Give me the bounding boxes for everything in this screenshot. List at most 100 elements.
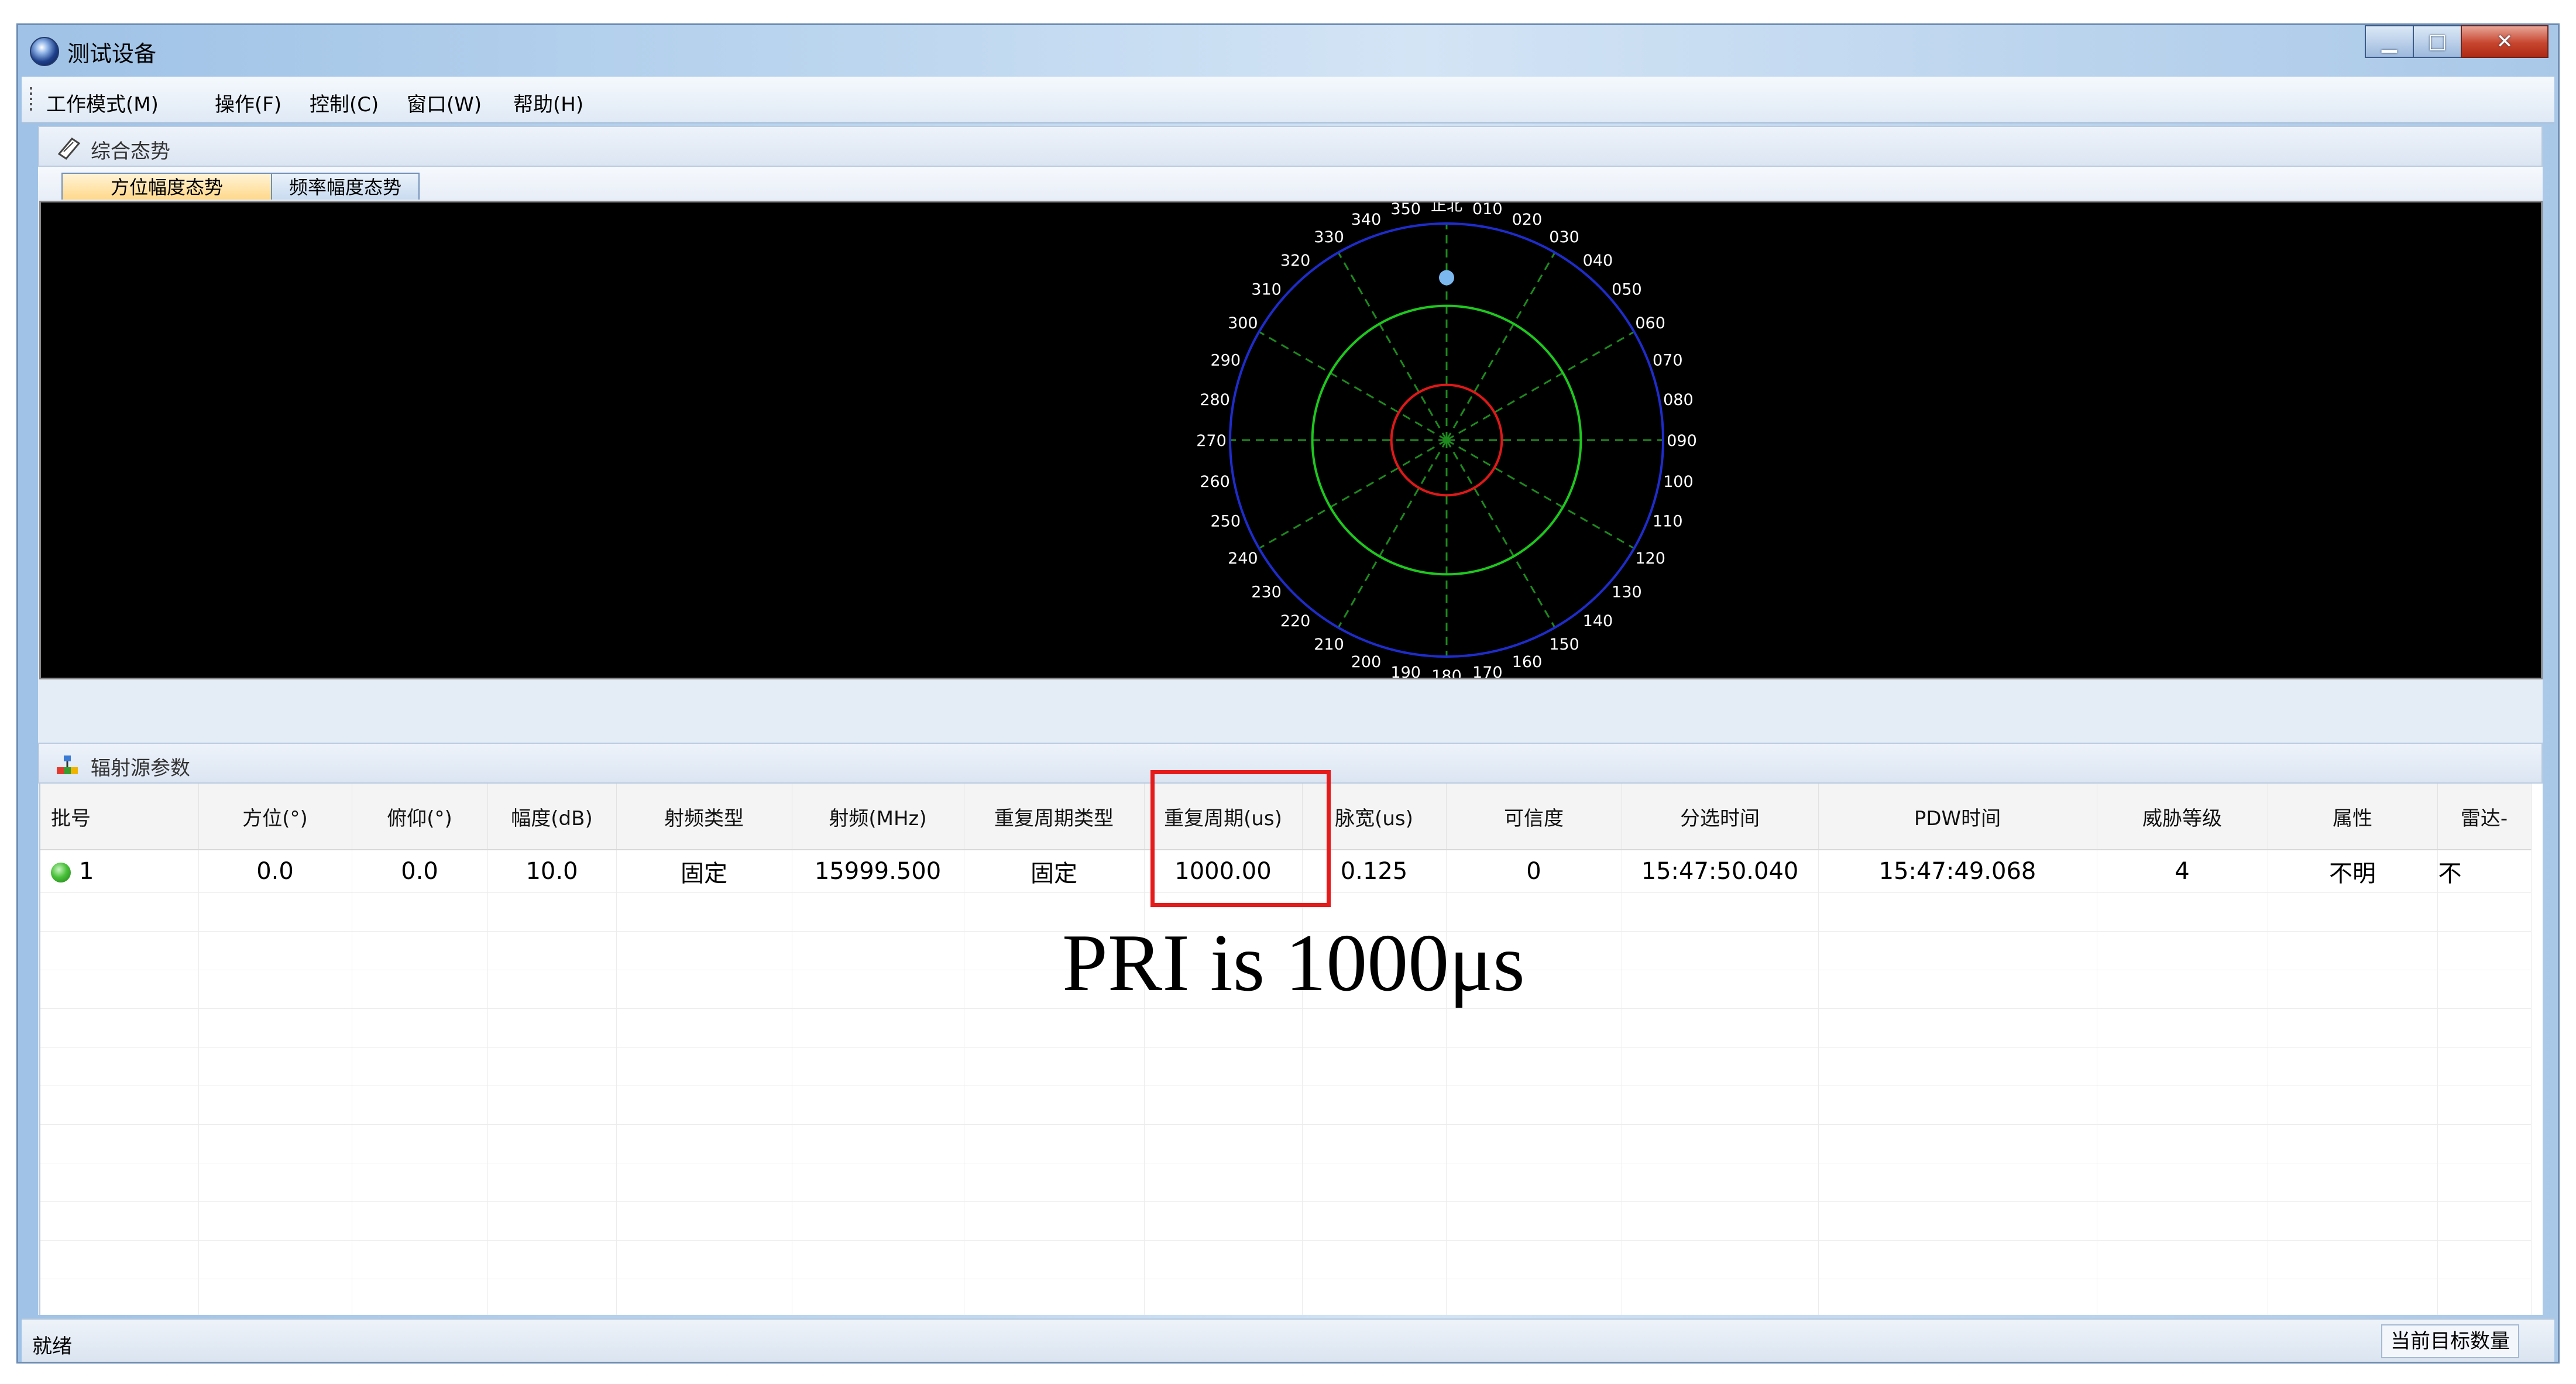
empty-cell — [2268, 1047, 2438, 1086]
menu-work-mode[interactable]: 工作模式(M) — [46, 88, 159, 117]
radar-bearing-label: 030 — [1549, 228, 1579, 246]
empty-cell — [40, 1240, 199, 1279]
empty-cell — [1622, 970, 1819, 1009]
empty-cell — [964, 1240, 1145, 1279]
col-header-elevation[interactable]: 俯仰(°) — [352, 784, 488, 850]
empty-cell — [40, 931, 199, 970]
radar-bearing-label: 050 — [1612, 281, 1642, 299]
tab-azimuth-amplitude[interactable]: 方位幅度态势 — [61, 173, 272, 200]
empty-cell — [1302, 1124, 1447, 1163]
empty-cell — [1446, 1086, 1622, 1125]
empty-cell — [1622, 1240, 1819, 1279]
empty-table-row — [40, 1124, 2532, 1163]
empty-cell — [2097, 1240, 2268, 1279]
empty-table-row — [40, 1008, 2532, 1048]
empty-cell — [487, 892, 617, 932]
menu-window[interactable]: 窗口(W) — [407, 88, 482, 117]
situation-panel-title: 综合态势 — [91, 140, 170, 163]
menu-control[interactable]: 控制(C) — [310, 88, 379, 117]
empty-cell — [40, 1124, 199, 1163]
col-header-attribute[interactable]: 属性 — [2268, 784, 2438, 850]
empty-cell — [792, 1008, 964, 1048]
empty-cell — [792, 1240, 964, 1279]
empty-cell — [1144, 1201, 1303, 1241]
empty-cell — [1818, 1201, 2097, 1241]
empty-cell — [198, 1163, 352, 1202]
col-header-batch[interactable]: 批号 — [40, 784, 199, 850]
empty-cell — [1818, 1124, 2097, 1163]
app-window: 测试设备 ▁ □ ✕ 工作模式(M) 操作(F) 控制(C) 窗口(W) 帮助(… — [16, 23, 2560, 1364]
empty-cell — [1818, 892, 2097, 932]
col-header-pri-type[interactable]: 重复周期类型 — [964, 784, 1145, 850]
empty-cell — [2097, 1279, 2268, 1315]
radar-bearing-label: 320 — [1280, 252, 1311, 270]
empty-cell — [1818, 1047, 2097, 1086]
empty-cell — [1818, 931, 2097, 970]
empty-cell — [352, 1047, 488, 1086]
empty-cell — [352, 1086, 488, 1125]
radar-bearing-label: 150 — [1549, 636, 1579, 654]
empty-cell — [1622, 1047, 1819, 1086]
empty-cell — [1144, 1163, 1303, 1202]
empty-cell — [1622, 1086, 1819, 1125]
empty-cell — [2437, 1124, 2532, 1163]
radar-display[interactable]: 010 020 030 040 050 060 070 080 090 100 110 120 130 1… — [39, 201, 2543, 679]
title-bar[interactable]: 测试设备 ▁ □ ✕ — [18, 25, 2558, 75]
empty-cell — [792, 892, 964, 932]
empty-cell — [2268, 931, 2438, 970]
empty-cell — [792, 1047, 964, 1086]
empty-cell — [1302, 1163, 1447, 1202]
empty-cell — [198, 1008, 352, 1048]
col-header-threat-level[interactable]: 威胁等级 — [2097, 784, 2268, 850]
empty-cell — [964, 1279, 1145, 1315]
col-header-amplitude[interactable]: 幅度(dB) — [487, 784, 617, 850]
empty-cell — [1302, 1047, 1447, 1086]
empty-cell — [2097, 1008, 2268, 1048]
radar-bearing-label: 040 — [1583, 252, 1613, 270]
radar-bearing-label: 120 — [1635, 550, 1665, 568]
cell-azimuth: 0.0 — [198, 850, 352, 893]
empty-cell — [487, 1008, 617, 1048]
status-bar: 就绪 当前目标数量 — [22, 1318, 2554, 1362]
cell-threat-level: 4 — [2097, 850, 2268, 893]
empty-cell — [487, 1279, 617, 1315]
empty-cell — [792, 931, 964, 970]
col-header-rf-type[interactable]: 射频类型 — [616, 784, 792, 850]
empty-cell — [2268, 1240, 2438, 1279]
radar-bearing-label: 140 — [1583, 612, 1613, 630]
target-count-panel: 当前目标数量 — [2381, 1324, 2519, 1358]
empty-cell — [2097, 1201, 2268, 1241]
close-button[interactable]: ✕ — [2461, 25, 2548, 58]
empty-cell — [2097, 892, 2268, 932]
menu-help[interactable]: 帮助(H) — [513, 88, 583, 117]
empty-cell — [352, 1201, 488, 1241]
radar-bearing-label: 220 — [1280, 612, 1311, 630]
col-header-pdw-time[interactable]: PDW时间 — [1818, 784, 2097, 850]
empty-cell — [1622, 892, 1819, 932]
radar-bearing-label: 270 — [1196, 432, 1227, 450]
empty-cell — [616, 1240, 792, 1279]
col-header-sort-time[interactable]: 分选时间 — [1622, 784, 1819, 850]
col-header-confidence[interactable]: 可信度 — [1446, 784, 1622, 850]
empty-cell — [1446, 1240, 1622, 1279]
tab-frequency-amplitude[interactable]: 频率幅度态势 — [271, 173, 420, 200]
empty-cell — [2268, 1124, 2438, 1163]
situation-panel-header: 综合态势 — [38, 126, 2543, 167]
params-panel-title: 辐射源参数 — [91, 757, 190, 780]
empty-cell — [198, 970, 352, 1009]
col-header-azimuth[interactable]: 方位(°) — [198, 784, 352, 850]
radar-spoke — [1337, 439, 1448, 629]
empty-cell — [964, 1086, 1145, 1125]
toolbar-grip-icon[interactable] — [30, 87, 32, 111]
cell-elevation: 0.0 — [352, 850, 488, 893]
empty-cell — [352, 1124, 488, 1163]
empty-cell — [487, 1163, 617, 1202]
maximize-button[interactable]: □ — [2413, 25, 2462, 58]
col-header-radar[interactable]: 雷达- — [2437, 784, 2532, 850]
col-header-rf[interactable]: 射频(MHz) — [792, 784, 964, 850]
minimize-button[interactable]: ▁ — [2365, 25, 2414, 58]
empty-cell — [2437, 1008, 2532, 1048]
cell-confidence: 0 — [1446, 850, 1622, 893]
empty-cell — [40, 970, 199, 1009]
menu-operate[interactable]: 操作(F) — [215, 88, 281, 117]
